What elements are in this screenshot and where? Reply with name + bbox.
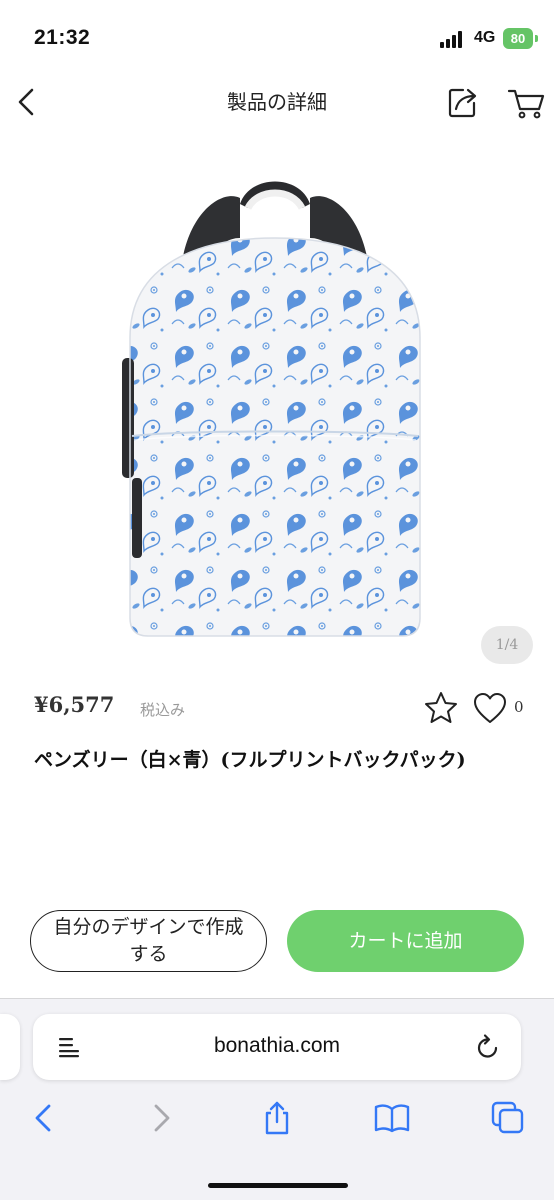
add-to-cart-button[interactable]: カートに追加 <box>287 910 524 972</box>
network-type: 4G <box>474 29 496 46</box>
chevron-left-icon <box>18 88 34 116</box>
like-count: 0 <box>514 698 524 716</box>
browser-toolbar <box>0 1096 554 1140</box>
browser-forward-button[interactable] <box>143 1100 179 1136</box>
share-icon <box>265 1101 289 1135</box>
browser-share-button[interactable] <box>259 1100 295 1136</box>
browser-back-button[interactable] <box>26 1100 62 1136</box>
previous-tab-peek[interactable] <box>0 1014 20 1080</box>
star-icon <box>425 692 457 723</box>
share-icon <box>448 88 477 118</box>
url-text: bonathia.com <box>213 1034 341 1057</box>
nav-bar: 製品の詳細 <box>0 72 554 132</box>
reader-mode-icon[interactable] <box>57 1034 81 1060</box>
tabs-button[interactable] <box>490 1100 526 1136</box>
cart-button[interactable] <box>506 84 546 120</box>
product-image[interactable] <box>110 168 440 648</box>
heart-icon <box>474 693 506 723</box>
battery-level: 80 <box>503 28 533 49</box>
cellular-signal-icon <box>440 31 466 48</box>
tabs-icon <box>491 1101 524 1134</box>
backpack-illustration <box>122 181 421 637</box>
create-own-design-button[interactable]: 自分のデザインで作成する <box>30 910 267 972</box>
product-title: ペンズリー（白×青）(フルプリントバックパック) <box>34 749 466 771</box>
status-bar: 21:32 4G 80 <box>0 0 554 72</box>
back-button[interactable] <box>10 82 46 122</box>
product-price: ¥6,577 <box>34 692 115 717</box>
battery-tip <box>535 35 538 42</box>
tax-included-label: 税込み <box>140 701 186 719</box>
chevron-left-icon <box>35 1104 51 1132</box>
reload-button[interactable] <box>475 1033 501 1061</box>
home-indicator[interactable] <box>208 1183 348 1188</box>
book-icon <box>374 1104 410 1133</box>
status-time: 21:32 <box>34 26 91 49</box>
image-pager: 1/4 <box>481 626 533 664</box>
cart-icon <box>507 89 545 119</box>
favorite-button[interactable] <box>423 690 459 726</box>
reload-icon <box>477 1034 498 1058</box>
chevron-right-icon <box>154 1104 170 1132</box>
address-bar[interactable]: bonathia.com <box>33 1014 521 1080</box>
like-button[interactable]: 0 <box>472 690 532 726</box>
bookmarks-button[interactable] <box>373 1100 410 1136</box>
share-button[interactable] <box>446 84 480 120</box>
